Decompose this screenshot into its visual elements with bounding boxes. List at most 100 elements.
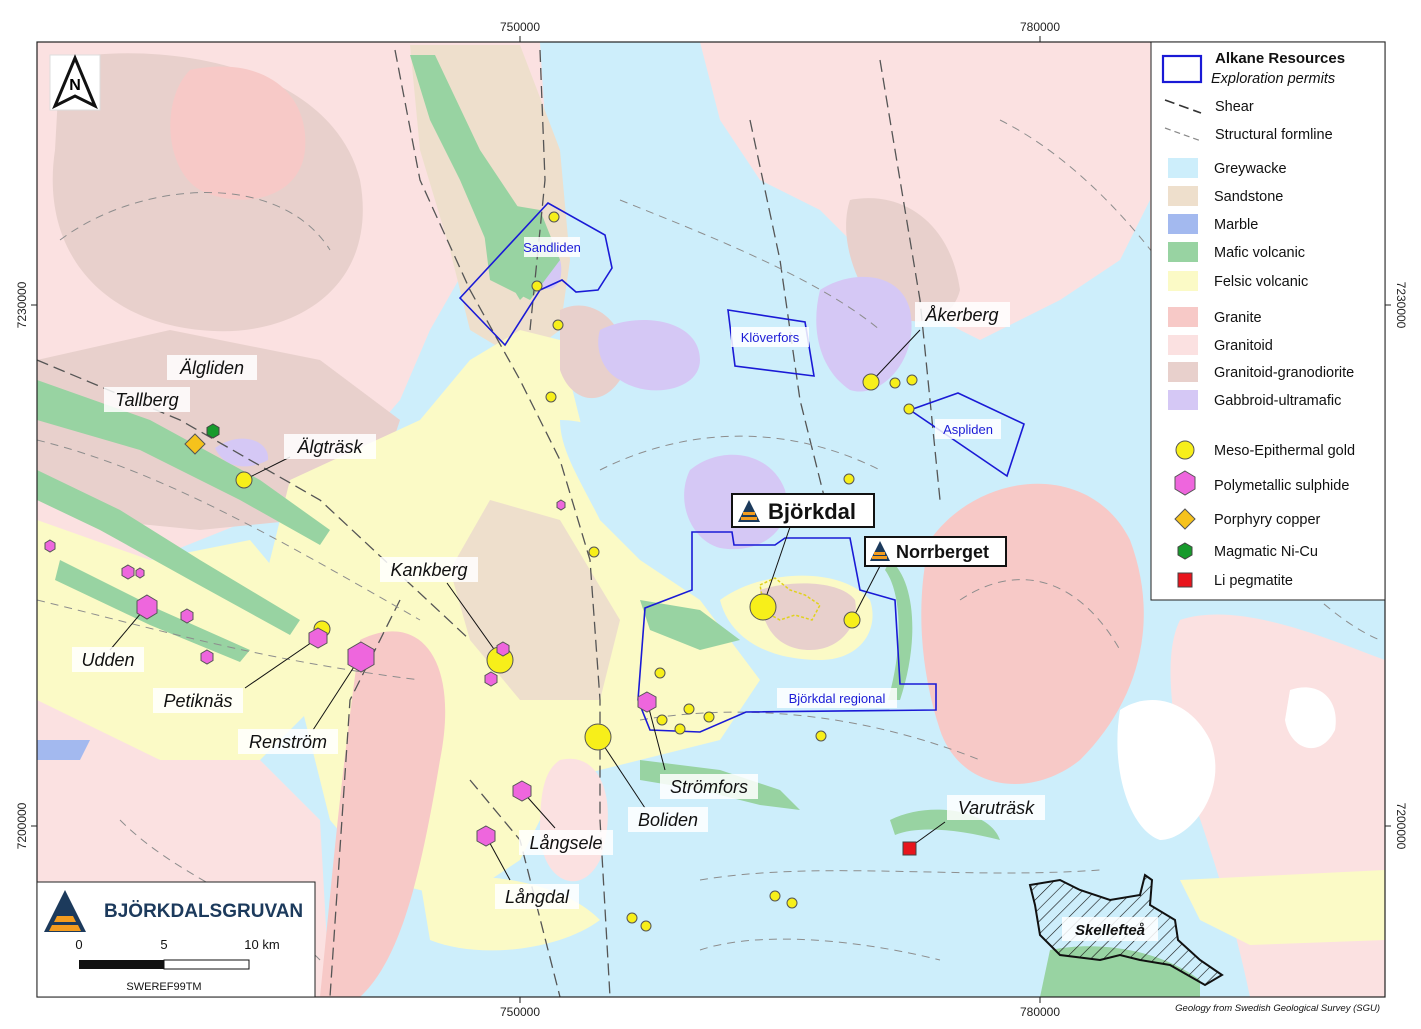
stromfors-sulphide-deposit[interactable] — [637, 691, 657, 713]
gold-deposit[interactable] — [903, 403, 915, 415]
gold-deposit[interactable] — [545, 391, 557, 403]
legend-unit-label: Felsic volcanic — [1214, 274, 1308, 290]
sulphide-deposit[interactable] — [135, 567, 145, 579]
gold-deposit[interactable] — [640, 920, 652, 932]
sulphide-deposit[interactable] — [556, 499, 566, 511]
nicu-hexagon-icon — [1177, 542, 1193, 560]
gold-deposit[interactable] — [786, 897, 798, 909]
legend-swatch-sandstone — [1168, 186, 1198, 206]
legend-deposit-label: Porphyry copper — [1214, 512, 1321, 528]
northing-left-1: 7230000 — [15, 281, 29, 328]
gold-deposit[interactable] — [703, 711, 715, 723]
north-arrow-letter: N — [69, 77, 81, 94]
label-skelleftea: Skellefteå — [1075, 922, 1145, 939]
easting-top-2: 780000 — [1020, 20, 1060, 34]
gold-deposit[interactable] — [626, 912, 638, 924]
permit-label-sandliden: Sandliden — [523, 240, 581, 255]
legend-swatch-felsic-volcanic — [1168, 271, 1198, 291]
li-square-icon — [1177, 572, 1193, 588]
label-algliden: Älgliden — [179, 358, 244, 378]
gold-deposit[interactable] — [552, 319, 564, 331]
legend-unit-label: Granitoid-granodiorite — [1214, 365, 1354, 381]
scale-segment-light — [163, 959, 250, 970]
algliden-nicu-deposit[interactable] — [206, 423, 220, 439]
northing-right-1: 7230000 — [1394, 282, 1408, 329]
brand-name: BJÖRKDALSGRUVAN — [104, 901, 303, 922]
legend-unit-label: Granite — [1214, 310, 1262, 326]
scale-segment-dark — [79, 960, 164, 969]
sulphide-deposit[interactable] — [121, 564, 135, 580]
label-varutrask: Varuträsk — [958, 798, 1035, 818]
easting-bottom-2: 780000 — [1020, 1005, 1060, 1019]
easting-top-1: 750000 — [500, 20, 540, 34]
label-petiknas: Petiknäs — [163, 691, 232, 711]
gold-deposit[interactable] — [683, 703, 695, 715]
legend-shear-label: Shear — [1215, 99, 1254, 115]
northing-right-2: 7200000 — [1394, 803, 1408, 850]
legend-deposit-label: Polymetallic sulphide — [1214, 478, 1349, 494]
sulphide-deposit[interactable] — [44, 539, 56, 553]
label-kankberg: Kankberg — [390, 560, 467, 580]
legend-subtitle: Exploration permits — [1211, 71, 1335, 87]
langdal-sulphide-deposit[interactable] — [476, 825, 496, 847]
gold-deposit[interactable] — [674, 723, 686, 735]
legend-swatch-mafic-volcanic — [1168, 242, 1198, 262]
varutrask-li-deposit[interactable] — [902, 841, 917, 856]
gold-deposit[interactable] — [906, 374, 918, 386]
scalebar-box: BJÖRKDALSGRUVAN 0 5 10 km SWEREF99TM — [36, 881, 316, 998]
permit-label-kloverfors: Klöverfors — [741, 330, 800, 345]
legend-unit-label: Greywacke — [1214, 161, 1287, 177]
legend-swatch-gabbroid-ultramafic — [1168, 390, 1198, 410]
label-boliden: Boliden — [638, 810, 698, 830]
gold-deposit[interactable] — [656, 714, 668, 726]
norrberget-callout[interactable]: Norrberget — [864, 536, 1007, 567]
gold-deposit[interactable] — [588, 546, 600, 558]
legend: Alkane Resources Exploration permits She… — [1150, 41, 1386, 601]
bjorkdal-gold-deposit[interactable] — [749, 593, 777, 621]
akerberg-gold-deposit[interactable] — [862, 373, 880, 391]
bjorkdal-callout-label: Björkdal — [768, 499, 856, 524]
scale-tick-10: 10 km — [244, 937, 279, 952]
crs-label: SWEREF99TM — [126, 981, 201, 993]
petiknas-sulphide-deposit[interactable] — [308, 627, 328, 649]
legend-deposit-label: Li pegmatite — [1214, 573, 1293, 589]
legend-swatch-greywacke — [1168, 158, 1198, 178]
legend-swatch-granite — [1168, 307, 1198, 327]
legend-unit-label: Mafic volcanic — [1214, 245, 1305, 261]
legend-unit-label: Gabbroid-ultramafic — [1214, 393, 1341, 409]
scale-tick-5: 5 — [160, 937, 167, 952]
sulphide-deposit[interactable] — [484, 671, 498, 687]
label-langdal: Långdal — [505, 887, 570, 907]
sulphide-deposit[interactable] — [180, 608, 194, 624]
legend-formline-label: Structural formline — [1215, 127, 1333, 143]
gold-deposit[interactable] — [654, 667, 666, 679]
legend-title: Alkane Resources — [1215, 50, 1345, 67]
bjorkdal-callout[interactable]: Björkdal — [731, 493, 875, 528]
easting-bottom-1: 750000 — [500, 1005, 540, 1019]
gold-deposit[interactable] — [815, 730, 827, 742]
scale-tick-0: 0 — [75, 937, 82, 952]
data-credit: Geology from Swedish Geological Survey (… — [1175, 1003, 1380, 1014]
sulphide-deposit[interactable] — [496, 641, 510, 657]
legend-unit-label: Marble — [1214, 217, 1258, 233]
legend-unit-label: Granitoid — [1214, 338, 1273, 354]
gold-deposit[interactable] — [531, 280, 543, 292]
langsele-sulphide-deposit[interactable] — [512, 780, 532, 802]
gold-deposit[interactable] — [843, 473, 855, 485]
label-stromfors: Strömfors — [670, 777, 748, 797]
legend-deposit-label: Magmatic Ni-Cu — [1214, 544, 1318, 560]
boliden-gold-deposit[interactable] — [584, 723, 612, 751]
gold-deposit[interactable] — [769, 890, 781, 902]
legend-deposit-label: Meso-Epithermal gold — [1214, 443, 1355, 459]
label-langsele: Långsele — [529, 833, 602, 853]
permit-label-bjorkdal-regional: Björkdal regional — [789, 691, 886, 706]
legend-unit-label: Sandstone — [1214, 189, 1283, 205]
gold-deposit[interactable] — [548, 211, 560, 223]
geology-map: 750000 780000 750000 780000 7230000 7200… — [15, 20, 1408, 1019]
norrberget-callout-label: Norrberget — [896, 542, 989, 562]
sulphide-deposit[interactable] — [200, 649, 214, 665]
norrberget-gold-deposit[interactable] — [843, 611, 861, 629]
label-tallberg: Tallberg — [115, 390, 178, 410]
gold-deposit[interactable] — [889, 377, 901, 389]
algtrask-gold-deposit[interactable] — [235, 471, 253, 489]
